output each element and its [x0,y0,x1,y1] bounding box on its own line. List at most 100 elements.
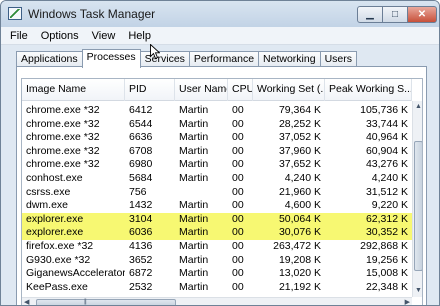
process-row[interactable]: GiganewsAccelerator... 6872 Martin 00 13,020… [22,267,412,281]
peak-working-set-cell: 19,256 K [365,253,408,266]
image-name-cell: dwm.exe [26,199,69,212]
cpu-cell: 00 [232,158,244,171]
working-set-cell: 28,252 K [278,117,321,130]
menu-options[interactable]: Options [41,30,79,42]
column-header-image-name[interactable]: Image Name [22,79,125,101]
process-row[interactable]: dwm.exe 1432 Martin 00 4,600 K 9,220 K [22,199,412,213]
user-name-cell: Martin [179,158,209,171]
cpu-cell: 00 [232,117,244,130]
horizontal-scroll-thumb[interactable] [36,299,176,305]
image-name-cell: explorer.exe [26,226,84,239]
column-header-cpu[interactable]: CPU [228,79,253,101]
process-row[interactable]: explorer.exe 6036 Martin 00 30,076 K 30,352 K [22,226,412,240]
pid-cell: 6036 [129,226,153,239]
peak-working-set-cell: 33,744 K [365,117,408,130]
pid-cell: 1432 [129,199,153,212]
scroll-left-arrow-icon[interactable]: ◀ [24,298,29,305]
image-name-cell: conhost.exe [26,171,83,184]
process-list: Image Name PID User Name CPU Working Set… [21,78,423,305]
title-bar[interactable]: Windows Task Manager ▁ □ ✕ [1,1,439,27]
image-name-cell: firefox.exe *32 [26,239,94,252]
working-set-cell: 263,472 K [273,239,321,252]
process-rows: chrome.exe *32 6412 Martin 00 79,364 K 105,73… [22,104,412,294]
pid-cell: 6708 [129,144,153,157]
cpu-cell: 00 [232,212,244,225]
cpu-cell: 00 [232,280,244,293]
process-row[interactable]: chrome.exe *32 6412 Martin 00 79,364 K 105,73… [22,104,412,118]
scroll-right-arrow-icon[interactable]: ▶ [405,298,410,305]
scroll-up-arrow-icon[interactable]: ▲ [414,102,422,112]
user-name-cell: Martin [179,144,209,157]
working-set-cell: 21,960 K [278,185,321,198]
column-header-user-name[interactable]: User Name [175,79,228,101]
peak-working-set-cell: 9,220 K [371,199,408,212]
peak-working-set-cell: 4,240 K [371,171,408,184]
user-name-cell: Martin [179,267,209,280]
pid-cell: 5684 [129,171,153,184]
peak-working-set-cell: 31,512 K [365,185,408,198]
process-row[interactable]: chrome.exe *32 6636 Martin 00 37,052 K 40,964… [22,131,412,145]
pid-cell: 6412 [129,104,153,116]
process-row[interactable]: G930.exe *32 3652 Martin 00 19,208 K 19,256 K [22,254,412,268]
peak-working-set-cell: 30,352 K [365,226,408,239]
user-name-cell [175,186,228,200]
scroll-down-arrow-icon[interactable]: ▼ [414,286,422,296]
peak-working-set-cell: 105,736 K [360,104,408,116]
user-name-cell: Martin [179,212,209,225]
menu-file[interactable]: File [10,30,28,42]
process-row[interactable]: chrome.exe *32 6544 Martin 00 28,252 K 33,744… [22,118,412,132]
process-row[interactable]: explorer.exe 3104 Martin 00 50,064 K 62,312 K [22,212,412,227]
menu-view[interactable]: View [92,30,116,42]
menu-bar: File Options View Help [1,27,439,45]
column-header-working-set[interactable]: Working Set (... [253,79,325,101]
user-name-cell: Martin [179,280,209,293]
pid-cell: 6872 [129,267,153,280]
pid-cell: 2532 [129,280,153,293]
image-name-cell: KeePass.exe [26,280,88,293]
column-header-pid[interactable]: PID [125,79,175,101]
user-name-cell: Martin [179,131,209,144]
process-row[interactable]: conhost.exe 5684 Martin 00 4,240 K 4,240 K [22,172,412,186]
working-set-cell: 37,652 K [278,158,321,171]
vertical-scrollbar[interactable]: ▲ ▼ [412,101,422,297]
close-button[interactable]: ✕ [407,6,437,23]
pid-cell: 3104 [129,212,153,225]
peak-working-set-cell: 40,964 K [365,131,408,144]
column-header-peak-working-set[interactable]: Peak Working S... [325,79,412,101]
user-name-cell: Martin [179,199,209,212]
process-row[interactable]: KeePass.exe 2532 Martin 00 21,192 K 22,348 K [22,281,412,295]
vertical-scroll-thumb[interactable] [414,141,422,271]
tab-strip: Applications Processes Services Performa… [16,49,357,68]
task-manager-icon [8,7,22,20]
peak-working-set-cell: 43,276 K [365,158,408,171]
column-header-row: Image Name PID User Name CPU Working Set… [22,79,412,101]
peak-working-set-cell: 15,008 K [365,267,408,280]
working-set-cell: 79,364 K [278,104,321,116]
process-row[interactable]: chrome.exe *32 6708 Martin 00 37,960 K 60,904… [22,145,412,159]
pid-cell: 6544 [129,117,153,130]
maximize-button[interactable]: □ [382,6,408,23]
minimize-button[interactable]: ▁ [357,6,383,23]
window-title: Windows Task Manager [28,7,156,21]
process-row[interactable]: csrss.exe 756 00 21,960 K 31,512 K [22,186,412,200]
tab-processes[interactable]: Processes [81,49,141,68]
working-set-cell: 37,960 K [278,144,321,157]
mouse-cursor-icon [150,44,160,60]
horizontal-scrollbar[interactable]: ◀ ||| ▶ [22,297,412,305]
cpu-cell: 00 [232,104,244,116]
menu-help[interactable]: Help [128,30,151,42]
peak-working-set-cell: 22,348 K [365,280,408,293]
process-row[interactable]: firefox.exe *32 4136 Martin 00 263,472 K 292,… [22,240,412,254]
process-row[interactable]: chrome.exe *32 6980 Martin 00 37,652 K 43,276… [22,158,412,172]
cpu-cell: 00 [232,253,244,266]
user-name-cell: Martin [179,253,209,266]
peak-working-set-cell: 292,868 K [360,239,408,252]
image-name-cell: chrome.exe *32 [26,144,100,157]
working-set-cell: 4,240 K [284,171,321,184]
working-set-cell: 50,064 K [278,212,321,225]
user-name-cell: Martin [179,239,209,252]
cpu-cell: 00 [232,144,244,157]
user-name-cell: Martin [179,171,209,184]
image-name-cell: chrome.exe *32 [26,158,100,171]
working-set-cell: 19,208 K [278,253,321,266]
